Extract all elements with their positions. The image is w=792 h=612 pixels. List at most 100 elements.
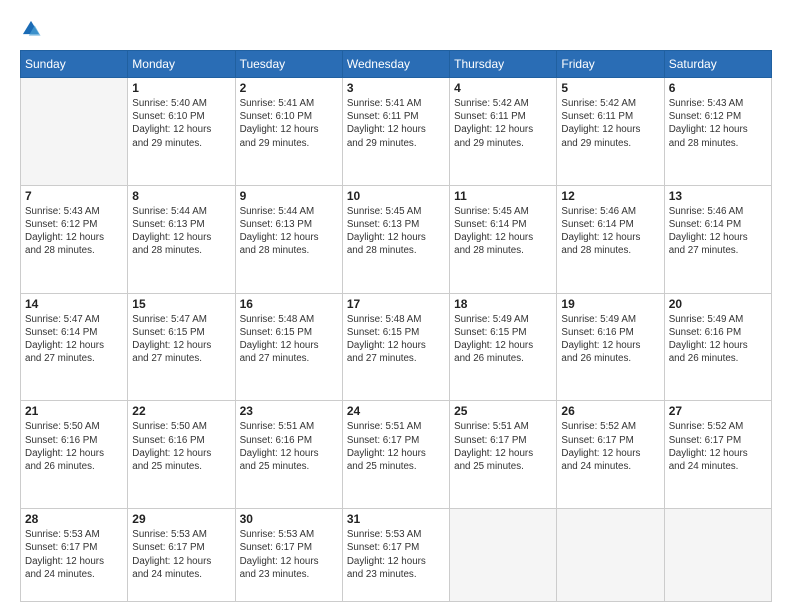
day-info: Sunrise: 5:50 AMSunset: 6:16 PMDaylight:…: [25, 420, 123, 473]
calendar-cell: 23Sunrise: 5:51 AMSunset: 6:16 PMDayligh…: [235, 401, 342, 509]
calendar-cell: 30Sunrise: 5:53 AMSunset: 6:17 PMDayligh…: [235, 509, 342, 602]
day-number: 7: [25, 189, 123, 203]
calendar-cell: 10Sunrise: 5:45 AMSunset: 6:13 PMDayligh…: [342, 185, 449, 293]
day-header-tuesday: Tuesday: [235, 51, 342, 78]
day-number: 3: [347, 81, 445, 95]
day-info: Sunrise: 5:46 AMSunset: 6:14 PMDaylight:…: [561, 205, 659, 258]
day-number: 16: [240, 297, 338, 311]
calendar-cell: 1 Sunrise: 5:40 AMSunset: 6:10 PMDaylight…: [128, 78, 235, 186]
logo-icon: [20, 18, 42, 40]
calendar-cell: [557, 509, 664, 602]
page: SundayMondayTuesdayWednesdayThursdayFrid…: [0, 0, 792, 612]
day-info: Sunrise: 5:42 AMSunset: 6:11 PMDaylight:…: [454, 97, 552, 150]
day-info: Sunrise: 5:53 AMSunset: 6:17 PMDaylight:…: [240, 528, 338, 581]
day-number: 24: [347, 404, 445, 418]
day-header-saturday: Saturday: [664, 51, 771, 78]
calendar-cell: 20 Sunrise: 5:49 AMSunset: 6:16 PMDayligh…: [664, 293, 771, 401]
day-info: Sunrise: 5:46 AMSunset: 6:14 PMDaylight:…: [669, 205, 767, 258]
day-number: 12: [561, 189, 659, 203]
day-info: Sunrise: 5:41 AMSunset: 6:11 PMDaylight:…: [347, 97, 445, 150]
day-header-sunday: Sunday: [21, 51, 128, 78]
day-number: 27: [669, 404, 767, 418]
calendar-cell: 21 Sunrise: 5:50 AMSunset: 6:16 PMDayligh…: [21, 401, 128, 509]
calendar-cell: 26 Sunrise: 5:52 AMSunset: 6:17 PMDayligh…: [557, 401, 664, 509]
day-info: Sunrise: 5:45 AMSunset: 6:13 PMDaylight:…: [347, 205, 445, 258]
day-info: Sunrise: 5:49 AMSunset: 6:16 PMDaylight:…: [561, 313, 659, 366]
day-info: Sunrise: 5:49 AMSunset: 6:16 PMDaylight:…: [669, 313, 767, 366]
calendar-table: SundayMondayTuesdayWednesdayThursdayFrid…: [20, 50, 772, 602]
day-number: 1: [132, 81, 230, 95]
calendar-cell: 14Sunrise: 5:47 AMSunset: 6:14 PMDayligh…: [21, 293, 128, 401]
day-info: Sunrise: 5:53 AMSunset: 6:17 PMDaylight:…: [25, 528, 123, 581]
day-number: 4: [454, 81, 552, 95]
day-info: Sunrise: 5:52 AMSunset: 6:17 PMDaylight:…: [561, 420, 659, 473]
calendar-cell: 12 Sunrise: 5:46 AMSunset: 6:14 PMDayligh…: [557, 185, 664, 293]
calendar-cell: 27 Sunrise: 5:52 AMSunset: 6:17 PMDayligh…: [664, 401, 771, 509]
day-info: Sunrise: 5:43 AMSunset: 6:12 PMDaylight:…: [25, 205, 123, 258]
day-number: 19: [561, 297, 659, 311]
day-info: Sunrise: 5:47 AMSunset: 6:15 PMDaylight:…: [132, 313, 230, 366]
day-header-thursday: Thursday: [450, 51, 557, 78]
day-info: Sunrise: 5:40 AMSunset: 6:10 PMDaylight:…: [132, 97, 230, 150]
calendar-cell: 24Sunrise: 5:51 AMSunset: 6:17 PMDayligh…: [342, 401, 449, 509]
day-info: Sunrise: 5:44 AMSunset: 6:13 PMDaylight:…: [132, 205, 230, 258]
day-number: 11: [454, 189, 552, 203]
day-number: 22: [132, 404, 230, 418]
calendar-cell: 7 Sunrise: 5:43 AMSunset: 6:12 PMDaylight…: [21, 185, 128, 293]
calendar-cell: [21, 78, 128, 186]
day-info: Sunrise: 5:49 AMSunset: 6:15 PMDaylight:…: [454, 313, 552, 366]
calendar-cell: 11 Sunrise: 5:45 AMSunset: 6:14 PMDayligh…: [450, 185, 557, 293]
day-number: 28: [25, 512, 123, 526]
calendar-cell: 22 Sunrise: 5:50 AMSunset: 6:16 PMDayligh…: [128, 401, 235, 509]
week-row-2: 7 Sunrise: 5:43 AMSunset: 6:12 PMDaylight…: [21, 185, 772, 293]
day-number: 8: [132, 189, 230, 203]
week-row-5: 28 Sunrise: 5:53 AMSunset: 6:17 PMDayligh…: [21, 509, 772, 602]
calendar-cell: 28 Sunrise: 5:53 AMSunset: 6:17 PMDayligh…: [21, 509, 128, 602]
day-number: 31: [347, 512, 445, 526]
calendar-cell: 31 Sunrise: 5:53 AMSunset: 6:17 PMDayligh…: [342, 509, 449, 602]
calendar-cell: 29 Sunrise: 5:53 AMSunset: 6:17 PMDayligh…: [128, 509, 235, 602]
day-number: 26: [561, 404, 659, 418]
calendar-cell: 13 Sunrise: 5:46 AMSunset: 6:14 PMDayligh…: [664, 185, 771, 293]
day-header-friday: Friday: [557, 51, 664, 78]
calendar-cell: 9Sunrise: 5:44 AMSunset: 6:13 PMDaylight…: [235, 185, 342, 293]
calendar-cell: 8 Sunrise: 5:44 AMSunset: 6:13 PMDaylight…: [128, 185, 235, 293]
day-number: 29: [132, 512, 230, 526]
calendar-cell: 18 Sunrise: 5:49 AMSunset: 6:15 PMDayligh…: [450, 293, 557, 401]
day-number: 15: [132, 297, 230, 311]
day-info: Sunrise: 5:50 AMSunset: 6:16 PMDaylight:…: [132, 420, 230, 473]
day-info: Sunrise: 5:51 AMSunset: 6:17 PMDaylight:…: [454, 420, 552, 473]
day-info: Sunrise: 5:43 AMSunset: 6:12 PMDaylight:…: [669, 97, 767, 150]
header: [20, 18, 772, 40]
day-number: 18: [454, 297, 552, 311]
day-info: Sunrise: 5:41 AMSunset: 6:10 PMDaylight:…: [240, 97, 338, 150]
day-info: Sunrise: 5:51 AMSunset: 6:16 PMDaylight:…: [240, 420, 338, 473]
day-number: 9: [240, 189, 338, 203]
day-number: 6: [669, 81, 767, 95]
day-info: Sunrise: 5:42 AMSunset: 6:11 PMDaylight:…: [561, 97, 659, 150]
day-number: 13: [669, 189, 767, 203]
calendar-cell: 19 Sunrise: 5:49 AMSunset: 6:16 PMDayligh…: [557, 293, 664, 401]
day-number: 25: [454, 404, 552, 418]
day-info: Sunrise: 5:53 AMSunset: 6:17 PMDaylight:…: [347, 528, 445, 581]
day-headers-row: SundayMondayTuesdayWednesdayThursdayFrid…: [21, 51, 772, 78]
calendar-cell: 15 Sunrise: 5:47 AMSunset: 6:15 PMDayligh…: [128, 293, 235, 401]
day-number: 17: [347, 297, 445, 311]
day-number: 2: [240, 81, 338, 95]
week-row-1: 1 Sunrise: 5:40 AMSunset: 6:10 PMDaylight…: [21, 78, 772, 186]
day-number: 21: [25, 404, 123, 418]
week-row-4: 21 Sunrise: 5:50 AMSunset: 6:16 PMDayligh…: [21, 401, 772, 509]
day-info: Sunrise: 5:45 AMSunset: 6:14 PMDaylight:…: [454, 205, 552, 258]
day-info: Sunrise: 5:53 AMSunset: 6:17 PMDaylight:…: [132, 528, 230, 581]
calendar-cell: [664, 509, 771, 602]
calendar-cell: 4 Sunrise: 5:42 AMSunset: 6:11 PMDaylight…: [450, 78, 557, 186]
day-number: 5: [561, 81, 659, 95]
calendar-cell: [450, 509, 557, 602]
calendar-cell: 6 Sunrise: 5:43 AMSunset: 6:12 PMDaylight…: [664, 78, 771, 186]
day-info: Sunrise: 5:52 AMSunset: 6:17 PMDaylight:…: [669, 420, 767, 473]
calendar-cell: 25 Sunrise: 5:51 AMSunset: 6:17 PMDayligh…: [450, 401, 557, 509]
logo: [20, 18, 46, 40]
day-number: 20: [669, 297, 767, 311]
day-info: Sunrise: 5:48 AMSunset: 6:15 PMDaylight:…: [240, 313, 338, 366]
calendar-cell: 17Sunrise: 5:48 AMSunset: 6:15 PMDayligh…: [342, 293, 449, 401]
